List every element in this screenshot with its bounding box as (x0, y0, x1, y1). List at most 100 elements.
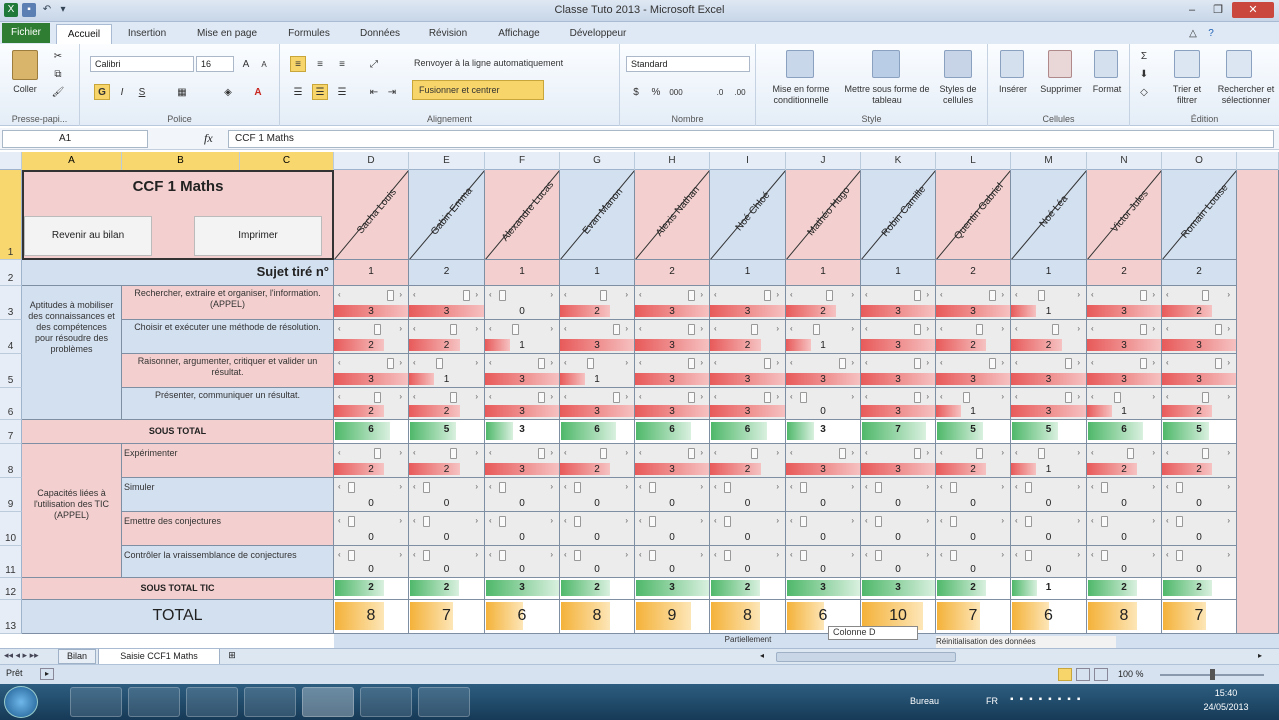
spin-left-icon[interactable]: ‹ (940, 290, 943, 299)
spin-thumb[interactable] (613, 324, 620, 335)
spin-right-icon[interactable]: › (1077, 290, 1080, 299)
criterion-score-cell[interactable]: ‹ › 2 (409, 320, 485, 354)
start-button-icon[interactable] (4, 686, 38, 718)
zoom-slider-thumb[interactable] (1210, 669, 1215, 680)
spin-thumb[interactable] (449, 448, 457, 459)
tic-score-cell[interactable]: ‹ › 3 (485, 444, 560, 478)
spin-right-icon[interactable]: › (550, 516, 553, 525)
score-spinner[interactable]: ‹ › (938, 550, 1008, 562)
spin-thumb[interactable] (374, 324, 381, 335)
score-spinner[interactable]: ‹ › (1164, 448, 1234, 460)
spin-left-icon[interactable]: ‹ (1091, 448, 1094, 457)
tic-score-cell[interactable]: ‹ › 0 (485, 546, 560, 578)
spin-left-icon[interactable]: ‹ (1091, 290, 1094, 299)
spin-left-icon[interactable]: ‹ (790, 392, 793, 401)
score-spinner[interactable]: ‹ › (336, 448, 406, 460)
spin-left-icon[interactable]: ‹ (865, 358, 868, 367)
criterion-score-cell[interactable]: ‹ › 3 (409, 286, 485, 320)
spin-thumb[interactable] (1025, 550, 1032, 561)
tic-score-cell[interactable]: ‹ › 2 (1162, 444, 1237, 478)
spin-thumb[interactable] (538, 392, 545, 403)
insert-cells-icon[interactable] (1000, 50, 1024, 78)
spin-right-icon[interactable]: › (851, 324, 854, 333)
macro-record-icon[interactable]: ▸ (40, 668, 54, 680)
ribbon-minimize-icon[interactable]: △ (1186, 24, 1200, 44)
spin-right-icon[interactable]: › (1077, 516, 1080, 525)
spin-left-icon[interactable]: ‹ (865, 324, 868, 333)
format-button[interactable]: Format (1086, 84, 1128, 95)
spin-thumb[interactable] (914, 324, 921, 335)
page-break-view-icon[interactable] (1094, 668, 1108, 681)
criterion-score-cell[interactable]: ‹ › 3 (485, 354, 560, 388)
spin-left-icon[interactable]: ‹ (714, 290, 717, 299)
tic-score-cell[interactable]: ‹ › 0 (786, 546, 861, 578)
spin-left-icon[interactable]: ‹ (489, 516, 492, 525)
clear-icon[interactable]: ◇ (1136, 84, 1152, 100)
spin-thumb[interactable] (1215, 324, 1222, 335)
spin-left-icon[interactable]: ‹ (489, 358, 492, 367)
score-spinner[interactable]: ‹ › (336, 550, 406, 562)
spin-right-icon[interactable]: › (700, 358, 703, 367)
spin-right-icon[interactable]: › (1227, 550, 1230, 559)
criterion-score-cell[interactable]: ‹ › 3 (635, 354, 710, 388)
spin-right-icon[interactable]: › (700, 290, 703, 299)
spin-thumb[interactable] (1025, 482, 1032, 493)
spin-left-icon[interactable]: ‹ (338, 448, 341, 457)
spin-left-icon[interactable]: ‹ (489, 550, 492, 559)
spin-right-icon[interactable]: › (1001, 392, 1004, 401)
clock-time[interactable]: 15:40 (1196, 688, 1256, 698)
spin-right-icon[interactable]: › (550, 290, 553, 299)
score-spinner[interactable]: ‹ › (712, 550, 783, 562)
spin-thumb[interactable] (499, 516, 506, 527)
paste-icon[interactable] (12, 50, 38, 80)
spin-left-icon[interactable]: ‹ (564, 550, 567, 559)
spin-right-icon[interactable]: › (700, 392, 703, 401)
column-header-o[interactable]: O (1162, 152, 1237, 170)
score-spinner[interactable]: ‹ › (487, 550, 557, 562)
column-header-n[interactable]: N (1087, 152, 1162, 170)
spin-thumb[interactable] (875, 516, 882, 527)
spin-thumb[interactable] (387, 290, 394, 301)
spin-thumb[interactable] (839, 358, 846, 369)
tic-score-cell[interactable]: ‹ › 2 (936, 444, 1011, 478)
spin-right-icon[interactable]: › (625, 516, 628, 525)
spin-right-icon[interactable]: › (399, 550, 402, 559)
spin-right-icon[interactable]: › (1152, 358, 1155, 367)
score-spinner[interactable]: ‹ › (637, 482, 707, 494)
score-spinner[interactable]: ‹ › (411, 550, 482, 562)
tab-donnees[interactable]: Données (348, 24, 412, 44)
spin-left-icon[interactable]: ‹ (1166, 482, 1169, 491)
spin-right-icon[interactable]: › (550, 358, 553, 367)
spin-thumb[interactable] (348, 482, 355, 493)
spin-left-icon[interactable]: ‹ (714, 550, 717, 559)
tray-icons[interactable]: ▪▪▪▪▪▪▪▪ (1010, 694, 1086, 705)
spin-left-icon[interactable]: ‹ (790, 290, 793, 299)
spin-thumb[interactable] (688, 448, 695, 459)
row-header-10[interactable]: 10 (0, 512, 22, 546)
score-spinner[interactable]: ‹ › (863, 358, 933, 370)
tic-score-cell[interactable]: ‹ › 1 (1011, 444, 1087, 478)
spin-thumb[interactable] (800, 482, 807, 493)
spin-left-icon[interactable]: ‹ (564, 392, 567, 401)
spin-right-icon[interactable]: › (399, 290, 402, 299)
criterion-score-cell[interactable]: ‹ › 2 (1011, 320, 1087, 354)
spin-left-icon[interactable]: ‹ (865, 392, 868, 401)
spin-left-icon[interactable]: ‹ (1015, 516, 1018, 525)
spin-right-icon[interactable]: › (1001, 516, 1004, 525)
tic-score-cell[interactable]: ‹ › 0 (485, 478, 560, 512)
spin-right-icon[interactable]: › (475, 392, 478, 401)
sort-filter-icon[interactable] (1174, 50, 1200, 78)
spin-right-icon[interactable]: › (550, 392, 553, 401)
score-spinner[interactable]: ‹ › (1089, 392, 1159, 404)
spin-right-icon[interactable]: › (1001, 290, 1004, 299)
score-spinner[interactable]: ‹ › (562, 516, 632, 528)
spin-right-icon[interactable]: › (1152, 392, 1155, 401)
orientation-icon[interactable]: ⤢ (366, 56, 382, 72)
shrink-font-icon[interactable]: A (256, 56, 272, 72)
criterion-score-cell[interactable]: ‹ › 3 (1162, 354, 1237, 388)
spin-thumb[interactable] (1065, 392, 1072, 403)
name-box[interactable]: A1 (2, 130, 148, 148)
tic-score-cell[interactable]: ‹ › 3 (786, 444, 861, 478)
score-spinner[interactable]: ‹ › (712, 358, 783, 370)
align-middle-icon[interactable]: ≡ (312, 56, 328, 72)
